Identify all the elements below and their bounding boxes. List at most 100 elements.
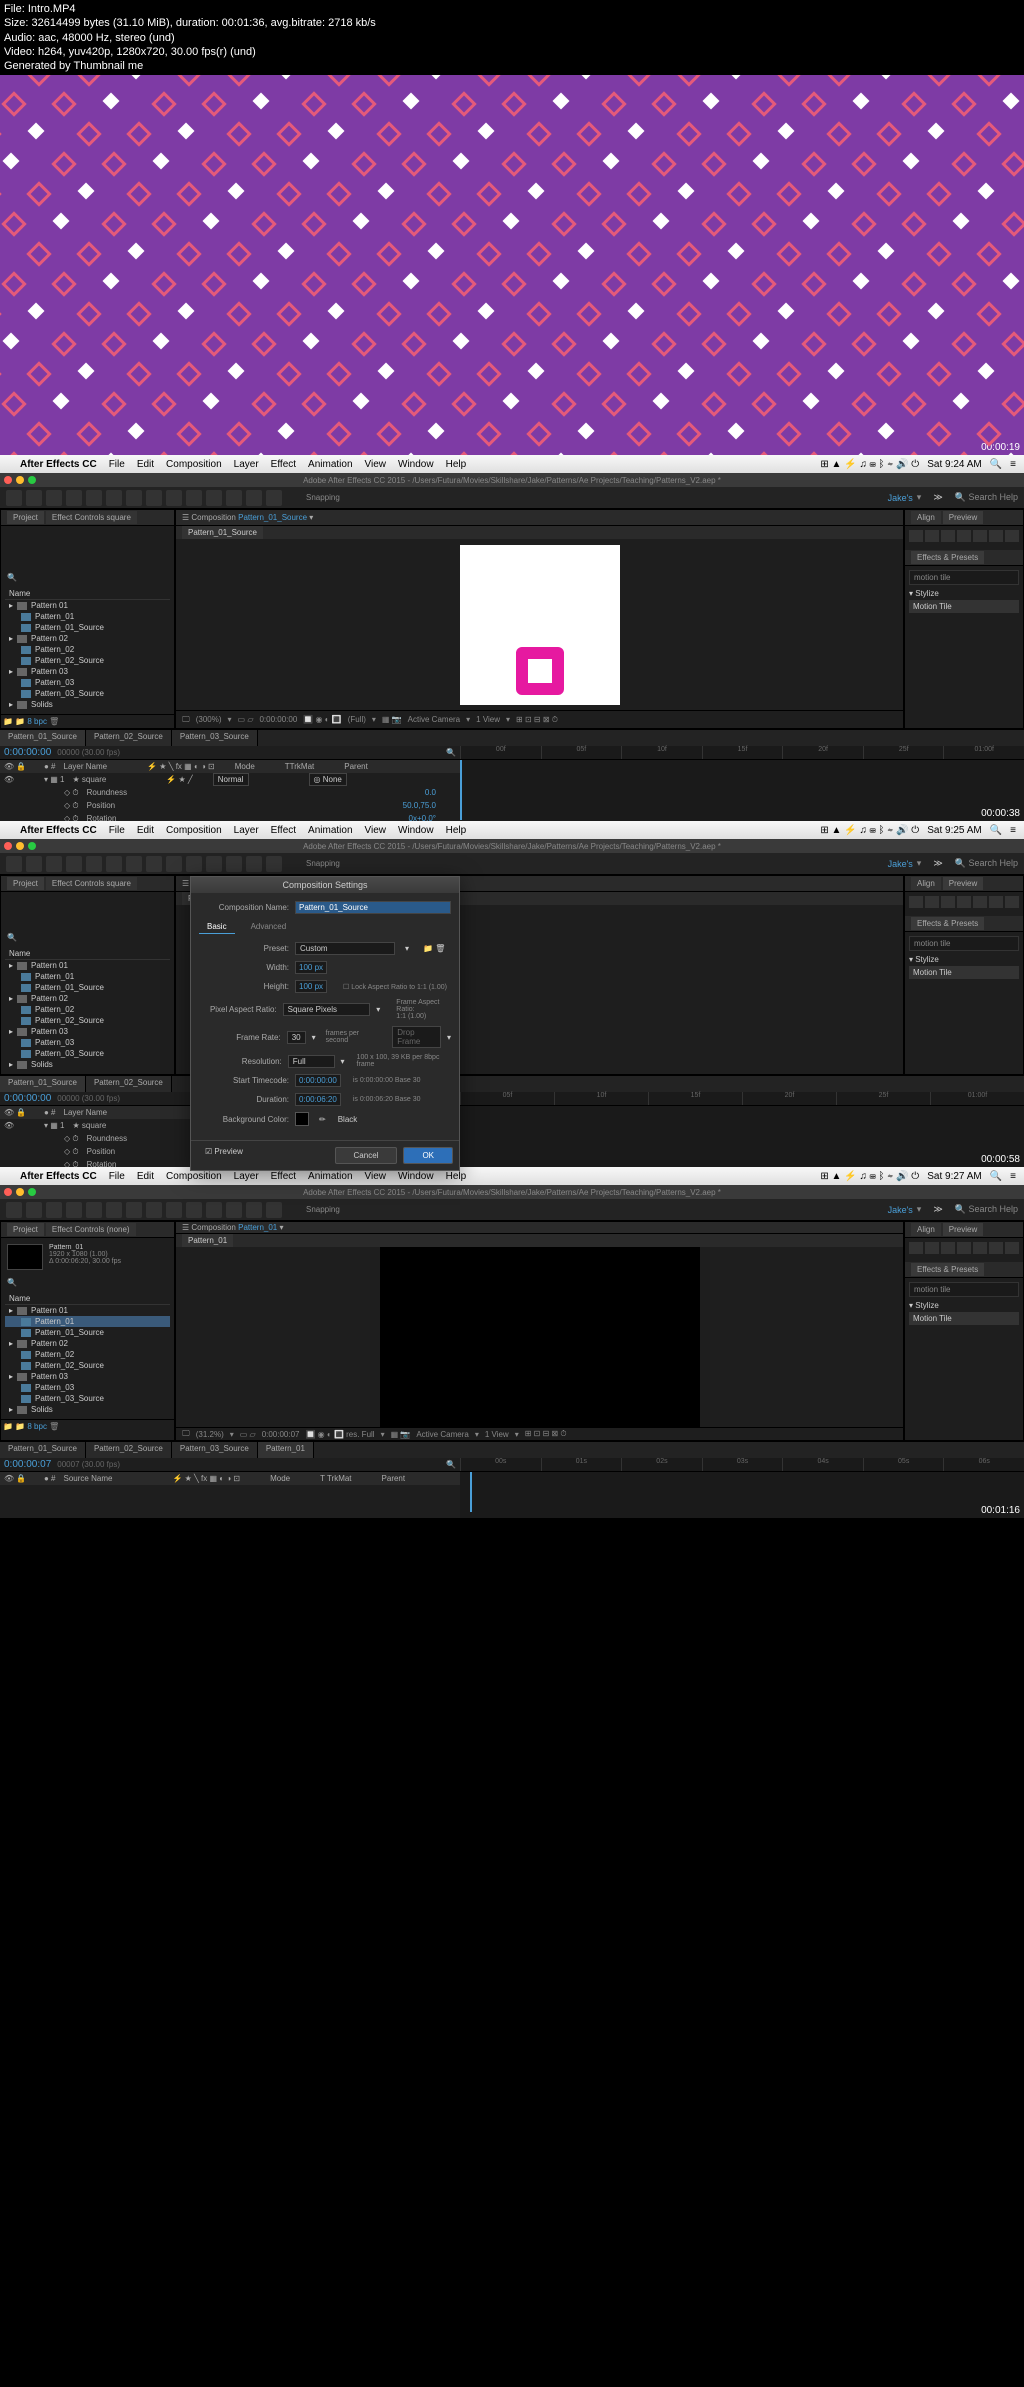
bg-color-swatch[interactable]: [295, 1112, 309, 1126]
menu-window[interactable]: Window: [398, 825, 434, 836]
menu-icon[interactable]: ≡: [1010, 459, 1016, 470]
effects-presets-tab[interactable]: Effects & Presets: [911, 551, 984, 564]
view-count[interactable]: 1 View: [485, 1430, 509, 1439]
search-icon[interactable]: 🔍: [990, 825, 1002, 836]
name-header[interactable]: Name: [9, 589, 30, 598]
maximize-window[interactable]: [28, 842, 36, 850]
effect-controls-tab[interactable]: Effect Controls square: [46, 877, 137, 890]
duration-input[interactable]: 0:00:06:20: [295, 1093, 341, 1106]
status-icons[interactable]: ⊞ ▲ ⚡ ♫ ⌨ ᛒ ⇋ 🔊 ⏻: [820, 459, 919, 470]
menu-icon[interactable]: ≡: [1010, 825, 1016, 836]
pan-behind-tool[interactable]: [106, 856, 122, 872]
shape-tool[interactable]: [126, 490, 142, 506]
loop-button[interactable]: [989, 1242, 1003, 1254]
play-button[interactable]: [941, 1242, 955, 1254]
pen-tool[interactable]: [146, 490, 162, 506]
last-frame-button[interactable]: [973, 896, 987, 908]
folder-pattern01[interactable]: ▸Pattern 01: [5, 960, 170, 971]
first-frame-button[interactable]: [909, 896, 923, 908]
menu-effect[interactable]: Effect: [271, 1171, 296, 1182]
camera-tool[interactable]: [86, 1202, 102, 1218]
ok-button[interactable]: OK: [403, 1147, 453, 1164]
effects-presets-tab[interactable]: Effects & Presets: [911, 1263, 984, 1276]
selection-tool[interactable]: [6, 856, 22, 872]
rotation-tool[interactable]: [66, 856, 82, 872]
layer-square[interactable]: 👁▾ ▦ 1★ square⚡ ★ ╱Normal◎ None: [0, 773, 460, 786]
next-frame-button[interactable]: [957, 530, 971, 542]
effects-search[interactable]: [909, 1282, 1019, 1297]
roto-tool[interactable]: [246, 856, 262, 872]
status-icons[interactable]: ⊞ ▲ ⚡ ♫ ⌨ ᛒ ⇋ 🔊 ⏻: [820, 1171, 919, 1182]
workspace-selector[interactable]: Jake's: [888, 859, 913, 869]
comp-pattern01[interactable]: Pattern_01: [5, 971, 170, 982]
preset-dropdown[interactable]: Custom: [295, 942, 395, 955]
roto-tool[interactable]: [246, 490, 262, 506]
playhead[interactable]: [470, 1472, 472, 1512]
comp-pattern03-source[interactable]: Pattern_03_Source: [5, 688, 170, 699]
menu-layer[interactable]: Layer: [234, 825, 259, 836]
zoom-tool[interactable]: [46, 856, 62, 872]
play-button[interactable]: [941, 896, 955, 908]
folder-solids[interactable]: ▸Solids: [5, 1404, 170, 1415]
current-timecode[interactable]: 0:00:00:00: [4, 747, 51, 758]
camera-tool[interactable]: [86, 856, 102, 872]
brush-tool[interactable]: [186, 1202, 202, 1218]
menu-icon[interactable]: ≡: [1010, 1171, 1016, 1182]
preview-tab[interactable]: Preview: [943, 511, 983, 524]
next-frame-button[interactable]: [957, 1242, 971, 1254]
timeline-tab-4[interactable]: Pattern_01: [258, 1442, 314, 1458]
preview-tab[interactable]: Preview: [943, 1223, 983, 1236]
eraser-tool[interactable]: [226, 490, 242, 506]
timeline-tab-3[interactable]: Pattern_03_Source: [172, 1442, 258, 1458]
folder-pattern02[interactable]: ▸Pattern 02: [5, 1338, 170, 1349]
pan-behind-tool[interactable]: [106, 490, 122, 506]
menu-view[interactable]: View: [365, 825, 387, 836]
comp-pattern02[interactable]: Pattern_02: [5, 644, 170, 655]
comp-pattern03[interactable]: Pattern_03: [5, 1037, 170, 1048]
comp-pattern02-source[interactable]: Pattern_02_Source: [5, 1015, 170, 1026]
stylize-category[interactable]: Stylize: [915, 1301, 939, 1310]
folder-pattern03[interactable]: ▸Pattern 03: [5, 1371, 170, 1382]
current-timecode[interactable]: 0:00:00:07: [4, 1459, 51, 1470]
stylize-category[interactable]: Stylize: [915, 955, 939, 964]
search-help[interactable]: 🔍 Search Help: [955, 492, 1018, 503]
rotation-tool[interactable]: [66, 490, 82, 506]
brush-tool[interactable]: [186, 490, 202, 506]
menu-view[interactable]: View: [365, 1171, 387, 1182]
maximize-window[interactable]: [28, 1188, 36, 1196]
preview-tab[interactable]: Preview: [943, 877, 983, 890]
mute-button[interactable]: [1005, 530, 1019, 542]
hand-tool[interactable]: [26, 490, 42, 506]
cancel-button[interactable]: Cancel: [335, 1147, 398, 1164]
folder-pattern02[interactable]: ▸Pattern 02: [5, 993, 170, 1004]
preview-checkbox[interactable]: Preview: [214, 1147, 242, 1156]
basic-tab[interactable]: Basic: [199, 920, 235, 934]
timeline-tab-2[interactable]: Pattern_02_Source: [86, 1442, 172, 1458]
zoom-level[interactable]: (31.2%): [196, 1430, 224, 1439]
first-frame-button[interactable]: [909, 1242, 923, 1254]
menu-help[interactable]: Help: [446, 1171, 467, 1182]
folder-solids[interactable]: ▸Solids: [5, 1059, 170, 1070]
menu-animation[interactable]: Animation: [308, 1171, 352, 1182]
search-icon[interactable]: 🔍: [990, 1171, 1002, 1182]
effects-search[interactable]: [909, 570, 1019, 585]
snapping-label[interactable]: Snapping: [306, 1205, 340, 1214]
camera-view[interactable]: Active Camera: [408, 715, 460, 724]
prev-frame-button[interactable]: [925, 530, 939, 542]
comp-pattern03[interactable]: Pattern_03: [5, 677, 170, 688]
motion-tile-effect[interactable]: Motion Tile: [909, 600, 1019, 613]
loop-button[interactable]: [989, 530, 1003, 542]
name-header[interactable]: Name: [9, 949, 30, 958]
clock[interactable]: Sat 9:24 AM: [927, 459, 981, 470]
advanced-tab[interactable]: Advanced: [243, 920, 295, 934]
search-help[interactable]: 🔍 Search Help: [955, 858, 1018, 869]
comp-time[interactable]: 0:00:00:00: [259, 715, 297, 724]
snapping-label[interactable]: Snapping: [306, 493, 340, 502]
close-window[interactable]: [4, 1188, 12, 1196]
align-tab[interactable]: Align: [911, 1223, 941, 1236]
comp-breadcrumb[interactable]: Pattern_01_Source: [182, 526, 263, 539]
clock[interactable]: Sat 9:25 AM: [927, 825, 981, 836]
folder-pattern01[interactable]: ▸Pattern 01: [5, 1305, 170, 1316]
app-name[interactable]: After Effects CC: [20, 1171, 97, 1182]
puppet-tool[interactable]: [266, 490, 282, 506]
